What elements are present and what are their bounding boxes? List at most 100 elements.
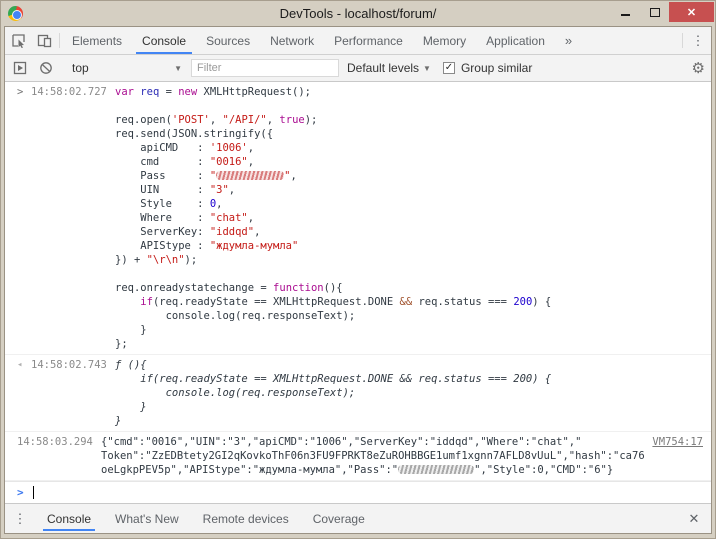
group-similar-checkbox[interactable]: ✓ Group similar	[443, 61, 532, 75]
context-selector-value: top	[72, 61, 170, 75]
code-token: console.log(req.responseText);	[115, 310, 355, 322]
drawer-tab-remote-devices[interactable]: Remote devices	[191, 504, 301, 533]
context-selector[interactable]: top ▼	[64, 61, 182, 75]
log-levels-dropdown[interactable]: Default levels ▼	[347, 61, 431, 75]
maximize-button[interactable]	[640, 2, 669, 22]
code-token: Where :	[115, 212, 210, 224]
code-token: ,	[254, 226, 260, 238]
code-token: apiCMD :	[115, 142, 210, 154]
minimize-button[interactable]	[611, 2, 640, 22]
devtools-content: ElementsConsoleSourcesNetworkPerformance…	[4, 26, 712, 534]
drawer-close-button[interactable]: ✕	[677, 504, 711, 533]
source-link[interactable]: VM754:17	[652, 435, 703, 449]
code-token: ServerKey:	[115, 226, 210, 238]
code-token: true	[279, 114, 304, 126]
code-token: ,	[248, 212, 254, 224]
drawer-menu-button[interactable]: ⋮	[5, 504, 35, 533]
clear-console-button[interactable]	[33, 61, 59, 75]
code-token: }	[115, 415, 121, 427]
window-title: DevTools - localhost/forum/	[1, 6, 715, 21]
window-controls: ✕	[611, 2, 714, 22]
code-token: 'POST'	[172, 114, 210, 126]
drawer-tabs-container: ConsoleWhat's NewRemote devicesCoverage	[35, 504, 377, 533]
log-levels-label: Default levels	[347, 61, 419, 75]
text-caret	[33, 486, 34, 499]
code-token: req.open(	[115, 114, 172, 126]
toolbar-separator	[682, 33, 683, 48]
tab-application[interactable]: Application	[476, 27, 555, 54]
main-tabbar: ElementsConsoleSourcesNetworkPerformance…	[5, 27, 711, 55]
code-token: oeLgkpPEV5p","APIStype":"ждумла-мумла","…	[101, 464, 398, 476]
show-console-sidebar-button[interactable]	[7, 61, 33, 75]
chevron-down-icon: ▼	[423, 64, 431, 73]
redacted-value	[216, 171, 284, 180]
code-token: }	[115, 401, 147, 413]
code-token: console.log(req.responseText);	[115, 387, 355, 399]
tab-network[interactable]: Network	[260, 27, 324, 54]
code-token: Pass :	[115, 170, 210, 182]
command-chevron-icon: >	[17, 85, 31, 99]
filter-input[interactable]	[191, 59, 339, 77]
code-token: ,	[216, 198, 222, 210]
tab-memory[interactable]: Memory	[413, 27, 476, 54]
console-sidebar-icon	[13, 61, 27, 75]
tab-console[interactable]: Console	[132, 27, 196, 54]
device-toolbar-button[interactable]	[31, 27, 57, 54]
code-token: req.status ===	[412, 296, 513, 308]
timestamp: 14:58:02.743	[31, 358, 107, 372]
code-block: VM754:17{"cmd":"0016","UIN":"3","apiCMD"…	[101, 435, 703, 477]
code-token: APIStype :	[115, 240, 210, 252]
console-row-command: >14:58:02.727var req = new XMLHttpReques…	[5, 82, 711, 355]
code-token: );	[185, 254, 198, 266]
close-icon: ✕	[687, 6, 696, 19]
code-token: new	[178, 86, 197, 98]
result-arrow-icon: ◂	[17, 358, 31, 372]
inspect-element-button[interactable]	[5, 27, 31, 54]
code-token: ","Style":0,"CMD":"6"}	[474, 464, 613, 476]
code-token: 200	[513, 296, 532, 308]
code-token: XMLHttpRequest();	[197, 86, 311, 98]
console-row-result: ◂14:58:02.743 ƒ (){ if(req.readyState == …	[5, 355, 711, 432]
drawer-tab-coverage[interactable]: Coverage	[301, 504, 377, 533]
code-token: if	[140, 296, 153, 308]
titlebar: DevTools - localhost/forum/ ✕	[1, 1, 715, 26]
code-token: ,	[267, 114, 280, 126]
code-token: req.send(JSON.stringify({	[115, 128, 273, 140]
close-button[interactable]: ✕	[669, 2, 714, 22]
code-token	[115, 296, 140, 308]
code-token: "ждумла-мумла"	[210, 240, 299, 252]
code-token: "\r\n"	[147, 254, 185, 266]
code-token: );	[305, 114, 318, 126]
more-tabs-button[interactable]: »	[555, 27, 582, 54]
main-menu-button[interactable]: ⋮	[685, 27, 711, 54]
tab-elements[interactable]: Elements	[62, 27, 132, 54]
console-input-row[interactable]: >	[5, 481, 711, 503]
gear-icon: ⚙	[692, 60, 705, 77]
tab-performance[interactable]: Performance	[324, 27, 413, 54]
drawer-tab-console[interactable]: Console	[35, 504, 103, 533]
chrome-logo-icon	[8, 6, 23, 21]
maximize-icon	[650, 8, 660, 17]
tab-sources[interactable]: Sources	[196, 27, 260, 54]
code-token: UIN :	[115, 184, 210, 196]
code-token: ,	[248, 142, 254, 154]
code-token: (){	[324, 282, 343, 294]
drawer-tab-what-s-new[interactable]: What's New	[103, 504, 191, 533]
code-token: "0016"	[210, 156, 248, 168]
code-token: ,	[248, 156, 254, 168]
device-toolbar-icon	[37, 33, 52, 48]
code-token: if(req.readyState == XMLHttpRequest.DONE…	[115, 373, 551, 385]
code-token: "iddqd"	[210, 226, 254, 238]
console-settings-button[interactable]: ⚙	[692, 59, 705, 77]
code-token: req	[140, 86, 159, 98]
code-block: ƒ (){ if(req.readyState == XMLHttpReques…	[115, 358, 703, 428]
inspect-icon	[11, 33, 26, 48]
code-token: ,	[290, 170, 296, 182]
minimize-icon	[621, 14, 630, 16]
console-toolbar: top ▼ Default levels ▼ ✓ Group similar ⚙	[5, 55, 711, 82]
code-token: cmd :	[115, 156, 210, 168]
code-token: "/API/"	[223, 114, 267, 126]
code-token: Token":"ZzEDBtety2GI2qKovkoThF06n3FU9FPR…	[101, 450, 645, 462]
code-token: "chat"	[210, 212, 248, 224]
code-token: var	[115, 86, 134, 98]
